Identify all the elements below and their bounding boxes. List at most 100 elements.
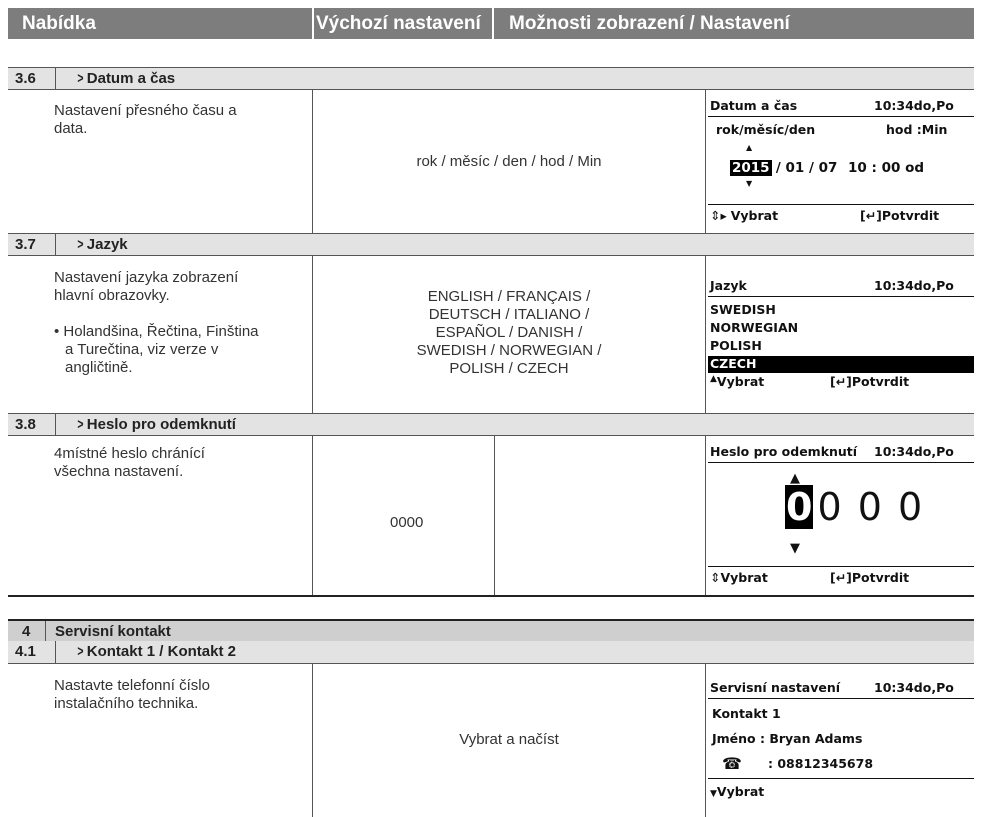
lcd-separator bbox=[708, 204, 974, 205]
down-arrow-icon: ▼ bbox=[790, 541, 800, 556]
lcd-language-item[interactable]: NORWEGIAN bbox=[710, 320, 974, 335]
lcd-title-row: Jazyk 10:34do,Po bbox=[710, 278, 974, 293]
lcd-separator bbox=[708, 698, 974, 699]
section-title: > Heslo pro odemknutí bbox=[76, 414, 236, 435]
section-title-text: Kontakt 1 / Kontakt 2 bbox=[86, 643, 236, 660]
description: 4místné heslo chránící všechna nastavení… bbox=[54, 445, 205, 481]
lcd-time: 10:34do,Po bbox=[874, 444, 954, 459]
lcd-separator bbox=[708, 566, 974, 567]
section-title-text: Heslo pro odemknutí bbox=[86, 416, 236, 433]
up-arrow-icon: ▲ bbox=[746, 143, 753, 152]
lcd-title: Heslo pro odemknutí bbox=[710, 444, 858, 459]
section-header-3-8: 3.8 > Heslo pro odemknutí bbox=[8, 413, 974, 436]
lcd-confirm: [↵]Potvrdit bbox=[830, 570, 910, 585]
section-divider bbox=[55, 234, 56, 255]
lcd-service-contact: Servisní nastavení 10:34do,Po Kontakt 1 J… bbox=[708, 666, 974, 817]
lcd-confirm: [↵]Potvrdit bbox=[830, 374, 910, 389]
default-line: ESPAÑOL / DANISH / bbox=[435, 324, 583, 341]
phone-icon: ☎ bbox=[722, 754, 742, 773]
lcd-name-row: Jméno : Bryan Adams bbox=[712, 731, 974, 746]
lcd-date: / 01 / 07 bbox=[775, 160, 838, 176]
lcd-labels-row: rok/měsíc/den hod :Min bbox=[716, 122, 974, 137]
lcd-password: Heslo pro odemknutí 10:34do,Po ▲ 00 0 0 ▼… bbox=[708, 438, 974, 596]
down-arrow-icon: ▼ bbox=[710, 789, 717, 799]
default-value: ENGLISH / FRANÇAIS / DEUTSCH / ITALIANO … bbox=[313, 288, 705, 378]
header-default: Výchozí nastavení bbox=[314, 8, 492, 39]
section-end-rule bbox=[8, 595, 974, 597]
lcd-title: Servisní nastavení bbox=[710, 680, 841, 695]
section-number: 3.8 bbox=[15, 416, 36, 433]
lcd-footer: ▲Vybrat [↵]Potvrdit bbox=[710, 374, 974, 389]
lcd-labels: rok/měsíc/den bbox=[716, 122, 816, 137]
description-line: Nastavte telefonní číslo bbox=[54, 677, 210, 694]
column-divider bbox=[705, 664, 706, 817]
lcd-footer: ⇕▸ Vybrat [↵]Potvrdit bbox=[710, 208, 974, 223]
section-title: > Datum a čas bbox=[76, 68, 175, 89]
lcd-time: 10:34do,Po bbox=[874, 98, 954, 113]
lcd-select: Vybrat bbox=[716, 784, 765, 799]
column-divider bbox=[705, 256, 706, 413]
lcd-footer: ⇕Vybrat [↵]Potvrdit bbox=[710, 570, 974, 585]
description: Nastavení jazyka zobrazení hlavní obrazo… bbox=[54, 269, 259, 377]
lcd-language-item[interactable]: POLISH bbox=[710, 338, 974, 353]
note-line: a Turečtina, viz verze v bbox=[65, 341, 219, 358]
chevron-right-icon: > bbox=[77, 416, 84, 433]
section-number: 4.1 bbox=[15, 643, 36, 660]
section-header-4: 4 Servisní kontakt bbox=[8, 619, 974, 642]
lcd-phone: : 08812345678 bbox=[768, 756, 874, 771]
updown-arrows-icon: ⇕ bbox=[710, 570, 721, 585]
lcd-title-row: Servisní nastavení 10:34do,Po bbox=[710, 680, 974, 695]
note-line: angličtině. bbox=[65, 359, 133, 376]
header-menu-label: Nabídka bbox=[22, 13, 96, 34]
section-number: 3.7 bbox=[15, 236, 36, 253]
header-options-label: Možnosti zobrazení / Nastavení bbox=[509, 13, 790, 34]
default-value: rok / měsíc / den / hod / Min bbox=[416, 153, 602, 170]
section-number: 3.6 bbox=[15, 70, 36, 87]
down-arrow-icon: ▼ bbox=[746, 179, 753, 188]
description-line: Nastavení přesného času a bbox=[54, 102, 237, 119]
section-divider bbox=[55, 641, 56, 663]
lcd-datetime: Datum a čas 10:34do,Po rok/měsíc/den hod :… bbox=[708, 92, 974, 233]
column-divider bbox=[705, 436, 706, 596]
lcd-time: 10:34do,Po bbox=[874, 680, 954, 695]
lcd-title: Jazyk bbox=[710, 278, 747, 293]
lcd-date-row: 2015 / 01 / 07 10 : 00 od bbox=[730, 160, 974, 176]
lcd-separator bbox=[708, 778, 974, 779]
lcd-separator bbox=[708, 116, 974, 117]
section-title: > Jazyk bbox=[76, 234, 128, 255]
default-value: Vybrat a načíst bbox=[459, 731, 559, 748]
lcd-year[interactable]: 2015 bbox=[730, 160, 772, 176]
updown-arrows-icon: ⇕▸ bbox=[710, 208, 727, 223]
lcd-select: Vybrat bbox=[716, 374, 765, 389]
lcd-separator bbox=[708, 462, 974, 463]
chevron-right-icon: > bbox=[77, 643, 84, 660]
section-divider bbox=[55, 414, 56, 435]
description-line: 4místné heslo chránící bbox=[54, 445, 205, 462]
default-line: DEUTSCH / ITALIANO / bbox=[428, 306, 590, 323]
lcd-select: Vybrat bbox=[730, 208, 779, 223]
section-header-3-6: 3.6 > Datum a čas bbox=[8, 67, 974, 90]
column-divider bbox=[312, 436, 313, 596]
lcd-footer: ▼Vybrat bbox=[710, 784, 974, 799]
lcd-language-item[interactable]: SWEDISH bbox=[710, 302, 974, 317]
section-title: Servisní kontakt bbox=[55, 623, 171, 640]
lcd-clock: 10 : 00 od bbox=[848, 160, 925, 176]
section-number: 4 bbox=[22, 623, 31, 640]
section-divider bbox=[45, 621, 46, 641]
header-default-label: Výchozí nastavení bbox=[316, 13, 481, 34]
lcd-time: 10:34do,Po bbox=[874, 278, 954, 293]
lcd-language-item-selected[interactable]: CZECH bbox=[708, 356, 974, 373]
chevron-right-icon: > bbox=[77, 70, 84, 87]
section-title-text: Datum a čas bbox=[86, 70, 176, 87]
section-title-text: Jazyk bbox=[86, 236, 128, 253]
description-line: instalačního technika. bbox=[54, 695, 199, 712]
lcd-contact-row: Kontakt 1 bbox=[712, 706, 974, 721]
section-divider bbox=[55, 68, 56, 89]
column-divider bbox=[494, 436, 495, 596]
description: Nastavení přesného času a data. bbox=[54, 102, 237, 138]
default-line: SWEDISH / NORWEGIAN / bbox=[416, 342, 602, 359]
default-line: POLISH / CZECH bbox=[449, 360, 569, 377]
default-value: 0000 bbox=[390, 514, 424, 531]
lcd-digit-selected[interactable]: 0 bbox=[785, 485, 814, 529]
header-options: Možnosti zobrazení / Nastavení bbox=[494, 8, 974, 39]
